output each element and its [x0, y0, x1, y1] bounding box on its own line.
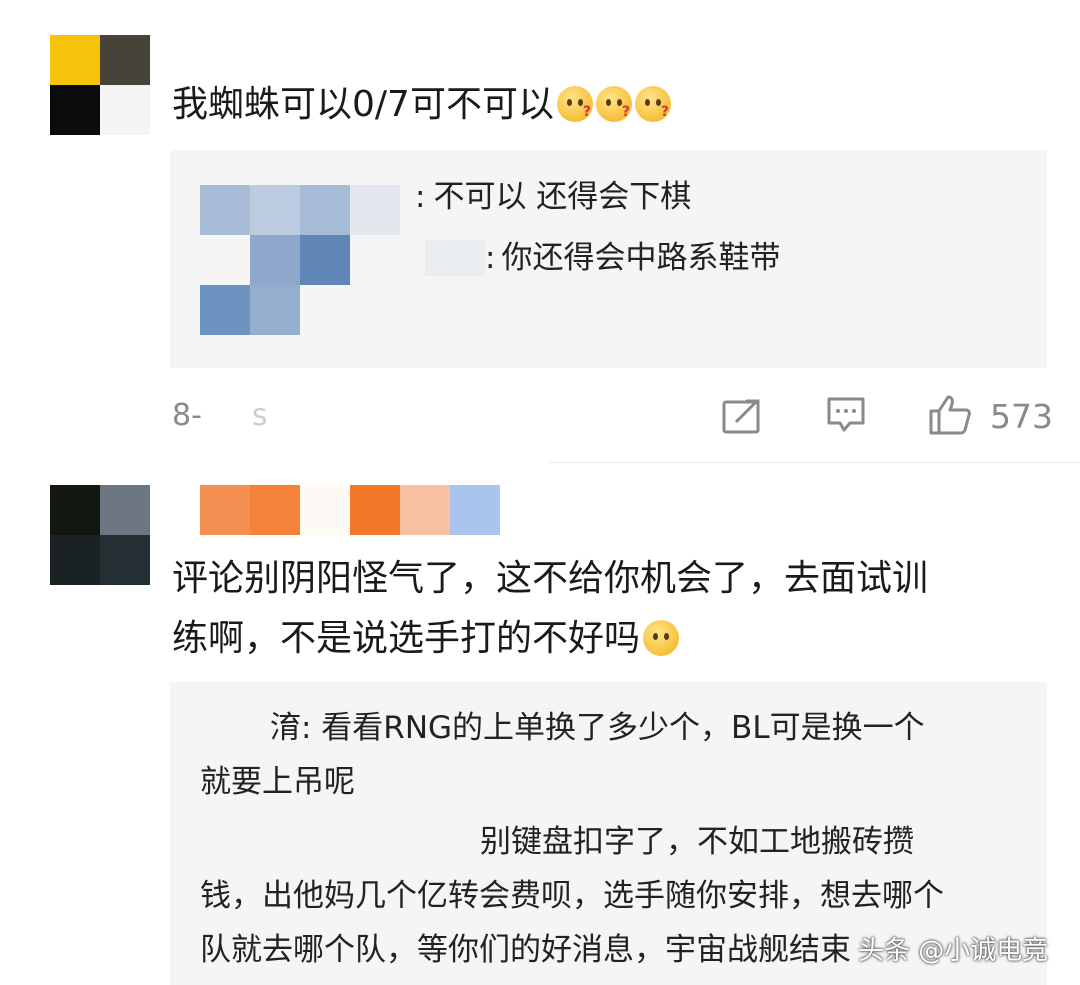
redacted-username: [200, 185, 400, 235]
avatar[interactable]: [50, 35, 150, 135]
share-icon[interactable]: [722, 398, 762, 434]
reply-item: 队就去哪个队，等你们的好消息，宇宙战舰结束: [200, 932, 851, 968]
redacted-username: [425, 240, 485, 276]
shy-face-emoji: [643, 620, 680, 656]
comment-icon[interactable]: [826, 396, 866, 434]
reply-item: 别键盘扣字了，不如工地搬砖攒: [480, 824, 914, 860]
reply-box[interactable]: : 不可以 还得会下棋 : 你还得会中路系鞋带: [170, 150, 1047, 368]
avatar[interactable]: [50, 485, 150, 585]
confused-face-emoji: [595, 82, 632, 142]
confused-face-emoji: [556, 82, 593, 142]
divider: [548, 462, 1080, 463]
reply-item: 淯: 看看RNG的上单换了多少个，BL可是换一个: [270, 710, 925, 746]
watermark: 头条 @小诚电竞: [858, 936, 1049, 966]
reply-item: 钱，出他妈几个亿转会费呗，选手随你安排，想去哪个: [200, 878, 944, 914]
comment-text: 我蜘蛛可以0/7可不可以: [172, 75, 671, 142]
confused-face-emoji: [634, 82, 671, 142]
redacted-username: [200, 485, 500, 535]
like-count: 573: [990, 397, 1053, 436]
redacted-username: [200, 285, 300, 335]
reply-item: : 不可以 还得会下棋: [415, 179, 692, 215]
reply-item: : 你还得会中路系鞋带: [485, 240, 781, 276]
timestamp: 8- s: [172, 398, 268, 433]
reply-item: 就要上吊呢: [200, 764, 355, 800]
comment-text: 评论别阴阳怪气了，这不给你机会了，去面试训 练啊，不是说选手打的不好吗: [172, 558, 929, 659]
redacted-username: [250, 235, 350, 285]
thumbs-up-icon[interactable]: [928, 394, 972, 436]
